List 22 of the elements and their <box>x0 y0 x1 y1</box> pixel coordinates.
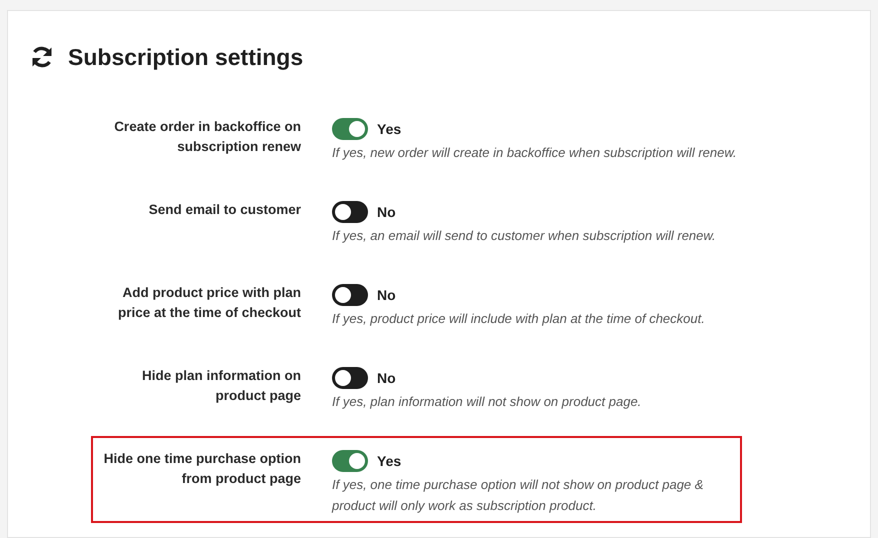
setting-label: Add product price with plan price at the time of checkout <box>116 284 301 322</box>
help-text: If yes, product price will include with plan at the time of checkout. <box>332 310 706 328</box>
toggle-switch[interactable] <box>332 367 368 389</box>
toggle-value: Yes <box>377 120 402 138</box>
section-title: Subscription settings <box>68 42 304 72</box>
setting-label: Create order in backoffice on subscription renew <box>113 118 301 156</box>
toggle-switch[interactable] <box>332 118 368 140</box>
help-text: If yes, plan information will not show on product page. <box>332 393 642 411</box>
setting-label: Send email to customer <box>148 201 301 219</box>
refresh-icon <box>30 46 54 68</box>
setting-label: Hide one time purchase option from product page <box>102 450 301 488</box>
toggle-value: No <box>377 202 396 222</box>
toggle-value: No <box>377 286 396 304</box>
toggle-value: Yes <box>377 452 402 470</box>
toggle-switch[interactable] <box>332 450 368 472</box>
toggle-switch[interactable] <box>332 284 368 306</box>
setting-label: Hide plan information on product page <box>141 367 301 405</box>
help-text: If yes, an email will send to customer when subscription will renew. <box>332 227 717 245</box>
help-text: If yes, new order will create in backoffice when subscription will renew. <box>332 144 738 162</box>
toggle-switch[interactable] <box>332 201 368 223</box>
help-text: If yes, one time purchase option will not show on product page & product will only work as subscription product. <box>332 476 704 515</box>
toggle-value: No <box>377 368 396 388</box>
